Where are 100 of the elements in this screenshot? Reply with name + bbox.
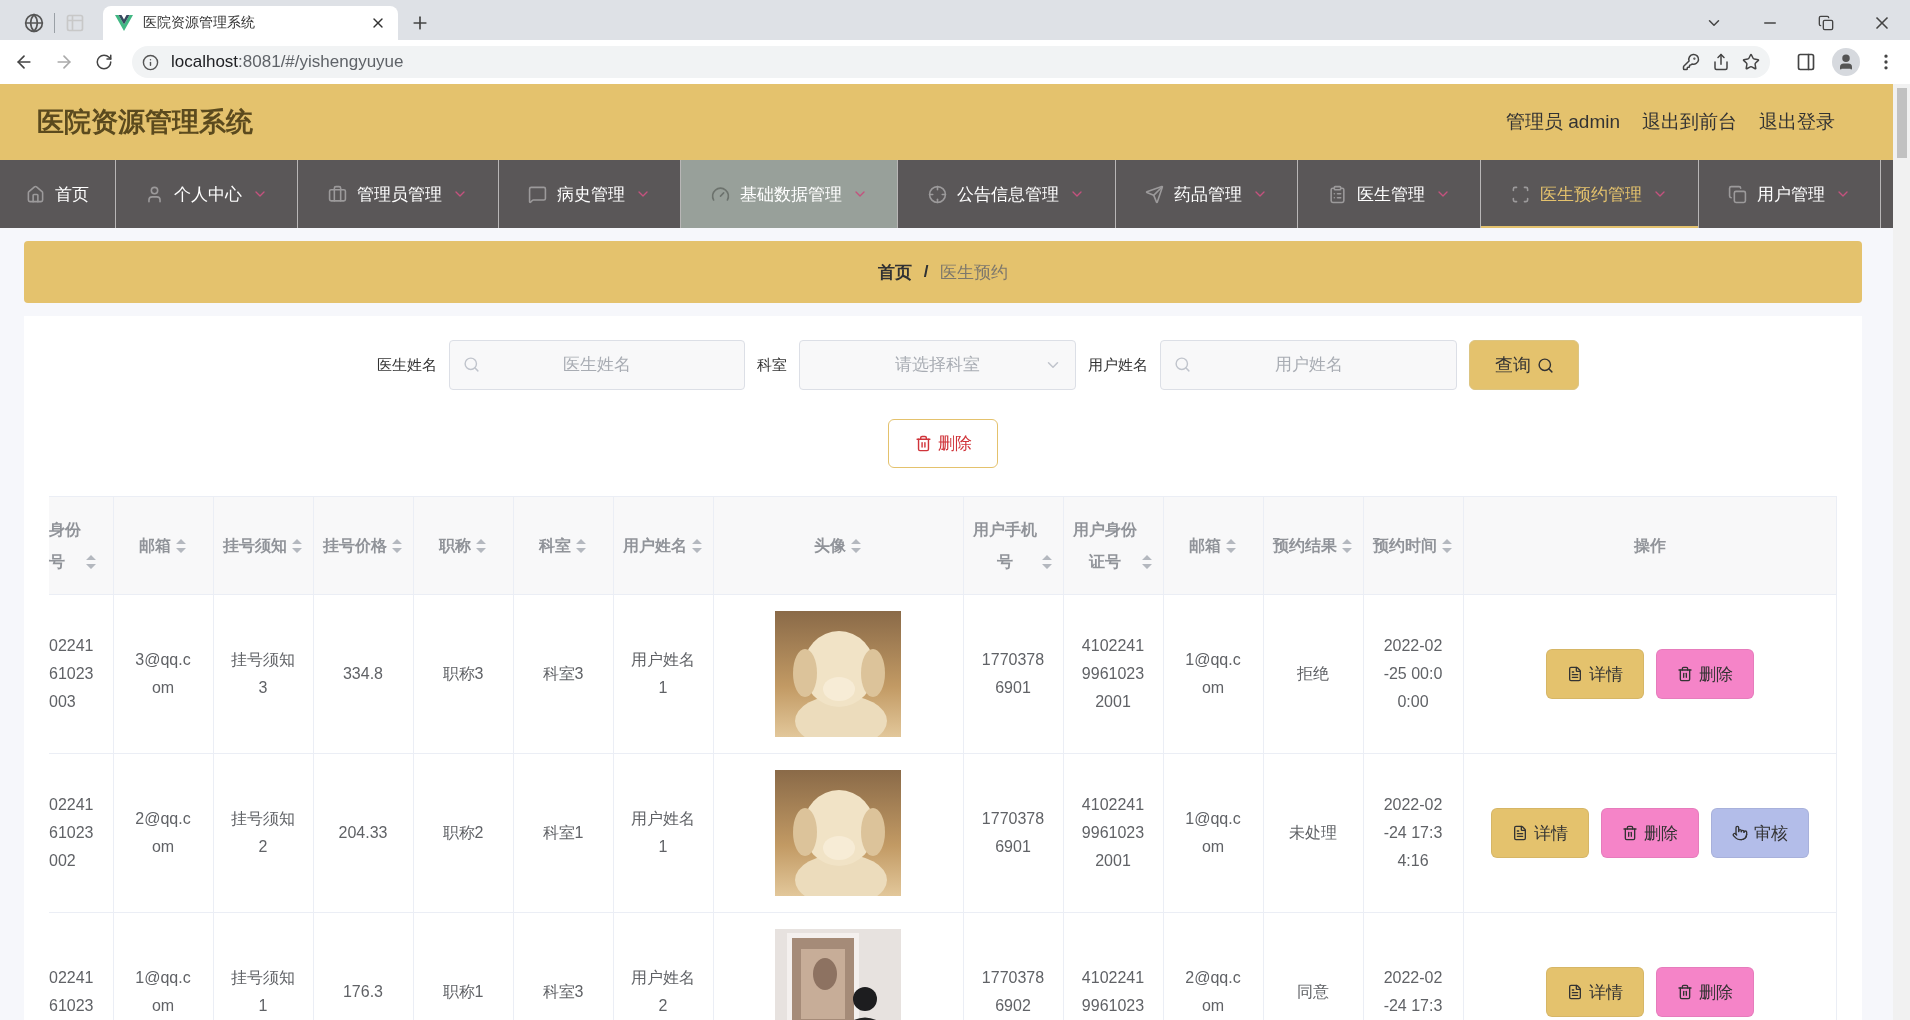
globe-icon[interactable]	[24, 13, 44, 33]
browser-tab[interactable]: 医院资源管理系统	[103, 6, 398, 40]
table-cell: 挂号须知 3	[231, 651, 295, 696]
search-icon	[1536, 356, 1554, 374]
table-cell: 科室3	[542, 665, 584, 682]
nav-item[interactable]: 用户管理	[1699, 160, 1881, 228]
star-icon[interactable]	[1742, 53, 1760, 71]
scrollbar[interactable]	[1893, 84, 1910, 1020]
nav-item[interactable]: 药品管理	[1116, 160, 1298, 228]
table-cell: 用户姓名 1	[631, 651, 695, 696]
breadcrumb-item: 医生预约	[940, 261, 1009, 284]
details-button[interactable]: 详情	[1490, 808, 1589, 858]
nav-icon	[26, 184, 45, 204]
table-cell: 未处理	[1289, 824, 1337, 841]
table-cell: 挂号须知 2	[231, 810, 295, 855]
header-link[interactable]: 退出到前台	[1642, 109, 1737, 135]
column-header: 身份号	[49, 519, 81, 572]
nav-icon	[528, 184, 547, 204]
info-icon[interactable]	[142, 53, 159, 71]
nav-item[interactable]: 首页	[0, 160, 116, 228]
column-header: 用户手机号	[973, 519, 1037, 572]
table-cell: 2022-02 -24 17:3	[1383, 969, 1443, 1014]
review-button[interactable]: 审核	[1710, 808, 1809, 858]
document-icon	[1566, 984, 1583, 1000]
logo-icon	[115, 15, 133, 31]
table-cell: 176.3	[342, 983, 383, 1000]
address-bar[interactable]: localhost:8081/#/yishengyuyue	[132, 46, 1770, 78]
trash-icon	[1676, 984, 1693, 1000]
table-cell: 2022-02 -25 00:0 0:00	[1383, 637, 1443, 710]
details-button[interactable]: 详情	[1545, 967, 1644, 1017]
reload-icon[interactable]	[95, 53, 113, 71]
query-button[interactable]: 查询	[1469, 340, 1579, 390]
site-title: 医院资源管理系统	[37, 106, 254, 139]
document-icon	[1511, 825, 1528, 841]
table-cell: 204.33	[338, 824, 388, 841]
column-header: 操作	[1633, 535, 1666, 556]
trash-icon	[1621, 825, 1638, 841]
table-cell: 职称1	[442, 983, 484, 1000]
table-cell: 用户姓名 1	[631, 810, 695, 855]
nav-icon	[1327, 184, 1347, 204]
table-cell: 1@qq.c om	[1185, 810, 1241, 855]
header-link[interactable]: 退出登录	[1759, 109, 1835, 135]
table-cell: 02241 61023 003	[49, 637, 94, 710]
table-cell: 02241 61023 002	[49, 796, 94, 869]
key-icon[interactable]	[1682, 53, 1700, 71]
hand-pointer-icon	[1731, 825, 1748, 841]
document-icon	[1566, 666, 1583, 682]
nav-item[interactable]: 管理员管理	[298, 160, 499, 228]
nav-item[interactable]: 医生管理	[1298, 160, 1481, 228]
column-header: 预约时间	[1373, 535, 1437, 556]
table-cell: 02241 61023	[49, 969, 94, 1014]
column-header: 挂号须知	[223, 535, 287, 556]
table-cell: 2022-02 -24 17:3 4:16	[1383, 796, 1443, 869]
column-header: 用户身份证号	[1073, 519, 1137, 572]
select-field[interactable]: 请选择科室	[799, 340, 1076, 390]
delete-button[interactable]: 删除	[1655, 967, 1754, 1017]
nav-item[interactable]: 个人中心	[116, 160, 298, 228]
field-label: 用户姓名	[1088, 355, 1148, 375]
table-cell: 334.8	[342, 665, 383, 682]
side-panel-icon[interactable]	[1796, 52, 1816, 72]
breadcrumb-separator: /	[923, 262, 929, 282]
tab-title: 医院资源管理系统	[143, 14, 256, 32]
table-cell: 科室3	[542, 983, 584, 1000]
column-header: 职称	[439, 535, 471, 556]
column-header: 科室	[539, 535, 571, 556]
nav-icon	[928, 184, 947, 204]
delete-button[interactable]: 删除	[1600, 808, 1699, 858]
column-header: 用户姓名	[623, 535, 687, 556]
nav-icon	[710, 184, 730, 204]
share-icon[interactable]	[1712, 53, 1730, 71]
table-cell: 拒绝	[1297, 665, 1329, 682]
url-text: localhost:8081/#/yishengyuyue	[171, 52, 405, 72]
field-label: 科室	[757, 355, 787, 375]
column-header: 预约结果	[1273, 535, 1337, 556]
nav-icon	[1728, 184, 1747, 204]
trash-icon	[1676, 666, 1693, 682]
table-cell: 用户姓名 2	[631, 969, 695, 1014]
delete-button[interactable]: 删除	[1655, 649, 1754, 699]
search-field[interactable]: 用户姓名	[1160, 340, 1457, 390]
table-cell: 4102241 9961023	[1081, 969, 1145, 1014]
search-field[interactable]: 医生姓名	[449, 340, 745, 390]
table-cell: 4102241 9961023 2001	[1081, 637, 1145, 710]
nav-item[interactable]: 医生预约管理	[1481, 160, 1699, 228]
details-button[interactable]: 详情	[1545, 649, 1644, 699]
table-cell: 2@qq.c om	[135, 810, 191, 855]
nav-icon	[1145, 184, 1164, 204]
nav-item[interactable]: 公告信息管理	[898, 160, 1116, 228]
search-icon	[463, 356, 480, 373]
column-header: 邮箱	[139, 535, 171, 556]
nav-icon	[328, 184, 347, 204]
nav-icon	[145, 184, 164, 204]
table-cell: 2@qq.c om	[1185, 969, 1241, 1014]
delete-button[interactable]: 删除	[888, 419, 998, 468]
field-label: 医生姓名	[377, 355, 437, 375]
table-cell: 4102241 9961023 2001	[1081, 796, 1145, 869]
table-cell: 同意	[1297, 983, 1329, 1000]
breadcrumb-item[interactable]: 首页	[877, 260, 912, 284]
profile-avatar[interactable]	[1832, 48, 1860, 76]
table-cell: 1770378 6902	[981, 969, 1045, 1014]
restore-icon[interactable]	[1818, 15, 1834, 31]
